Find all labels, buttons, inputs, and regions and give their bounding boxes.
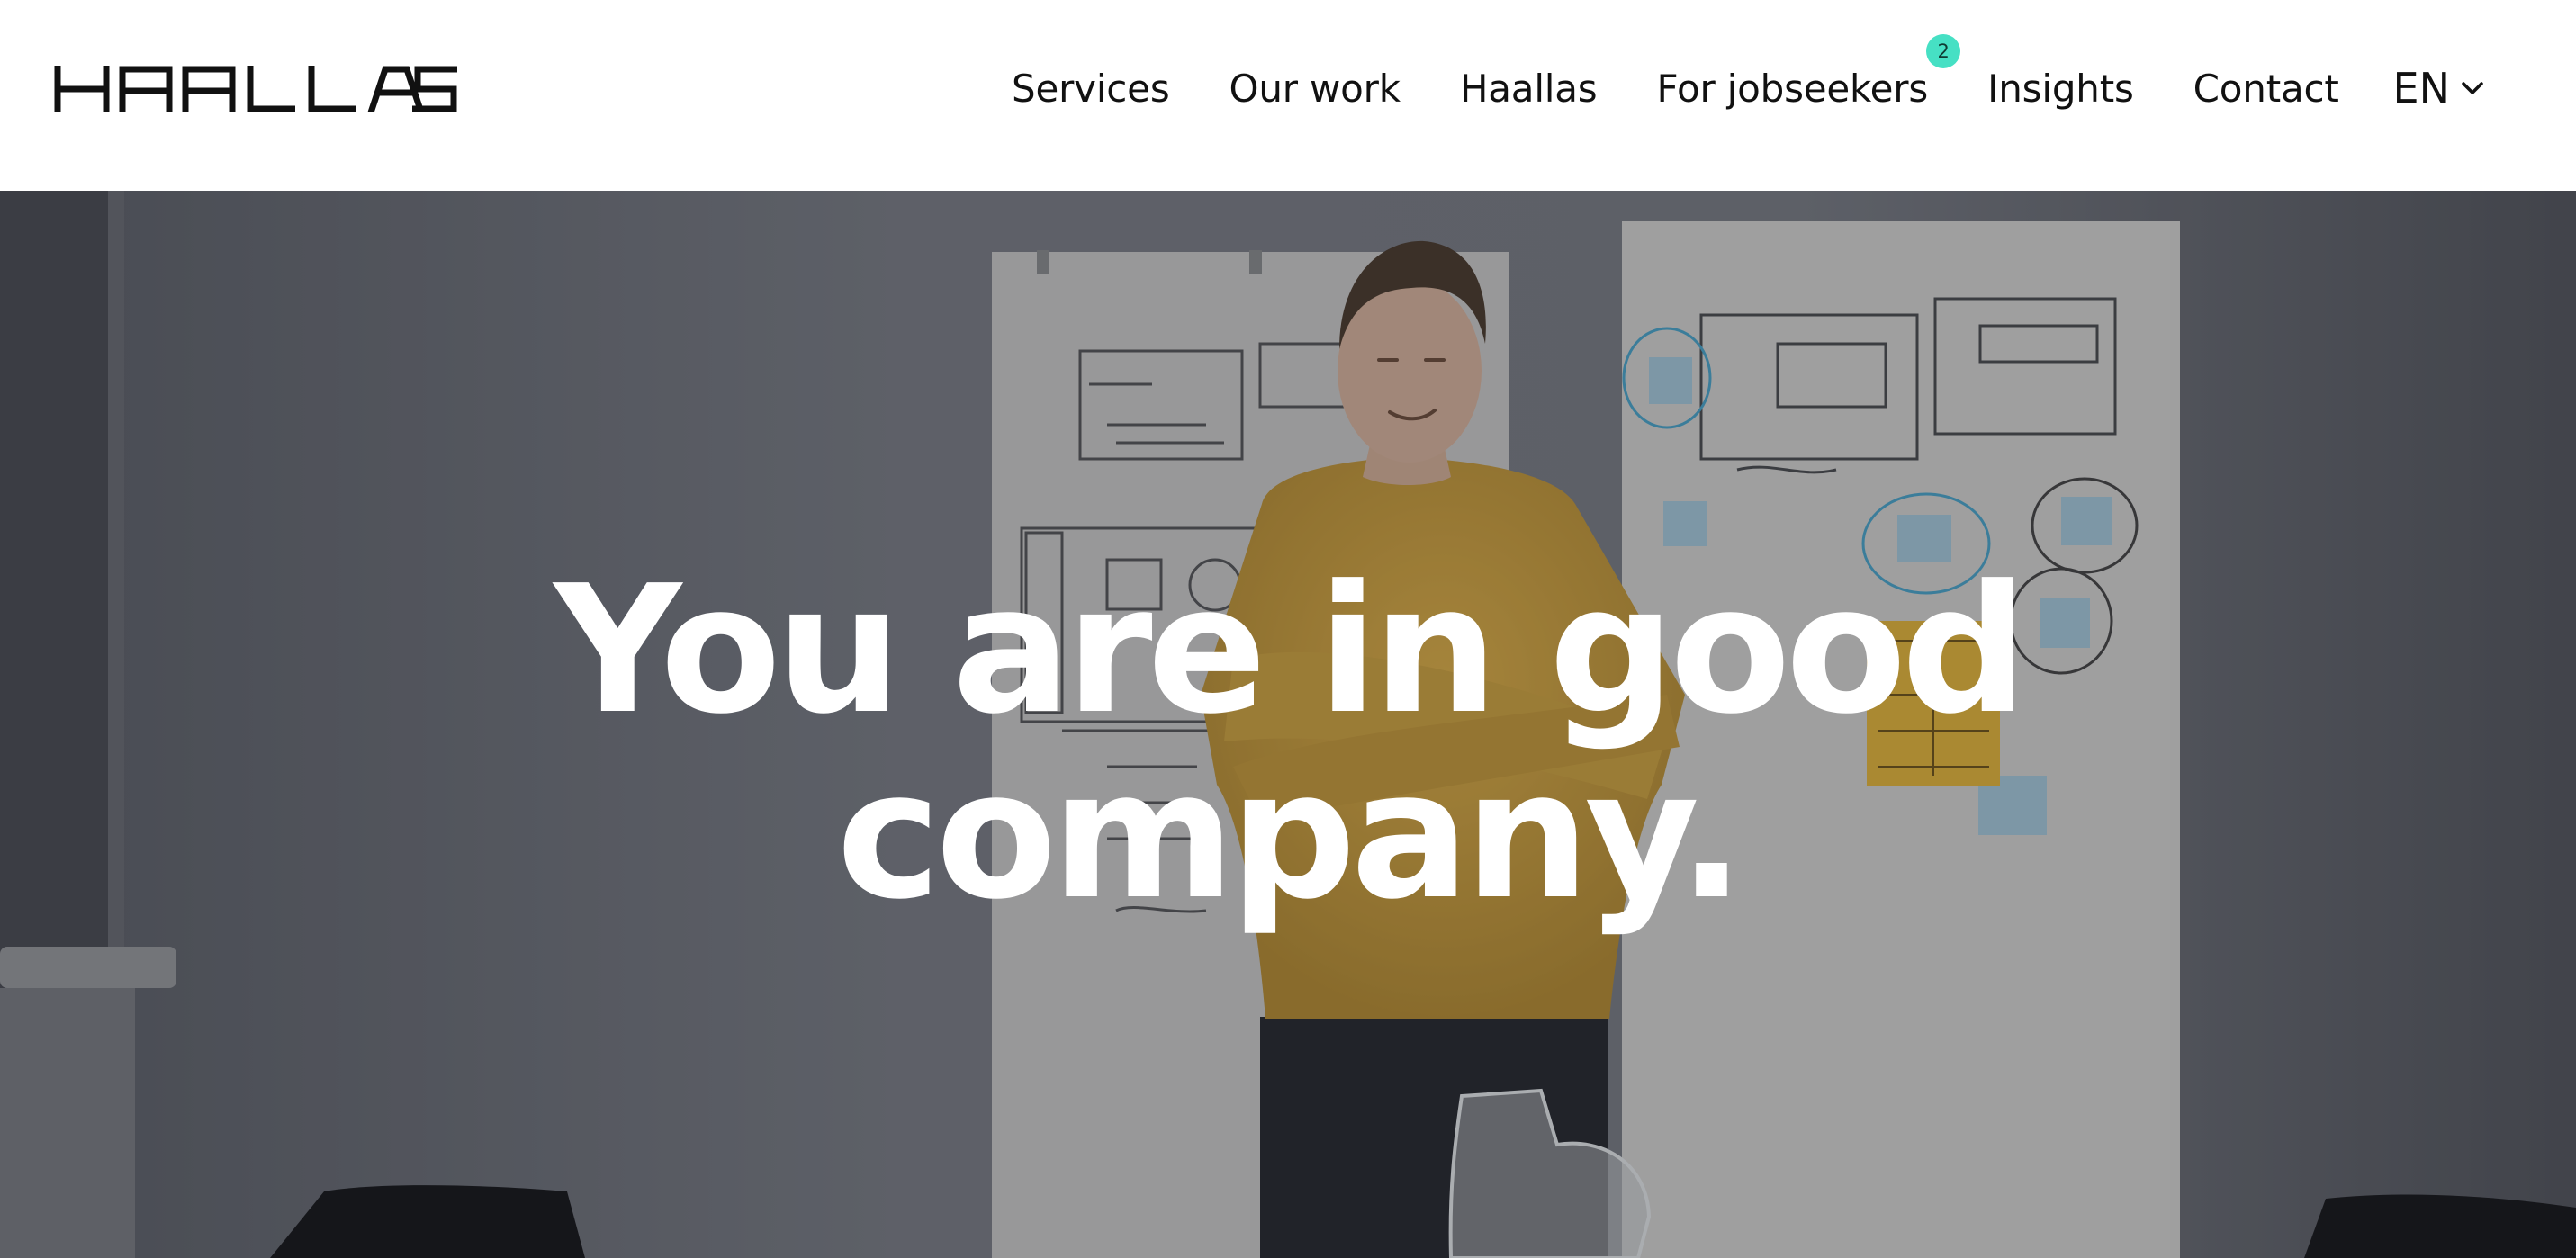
nav-contact[interactable]: Contact [2193, 67, 2339, 111]
nav-for-jobseekers-wrap[interactable]: For jobseekers 2 [1656, 33, 1961, 111]
nav-services[interactable]: Services [1012, 67, 1170, 111]
chevron-down-icon [2461, 80, 2484, 96]
language-current: EN [2392, 64, 2450, 112]
nav-haallas[interactable]: Haallas [1460, 67, 1598, 111]
hero-headline-line-2: company. [836, 733, 1744, 939]
hero-headline: You are in good company. [0, 558, 2576, 929]
main-nav: Services Our work Haallas For jobseekers… [1012, 0, 2339, 176]
logo-wordmark-icon [54, 66, 457, 112]
language-selector[interactable]: EN [2393, 0, 2484, 176]
haallas-logo[interactable]: HAALLAS [54, 66, 459, 112]
nav-our-work[interactable]: Our work [1229, 67, 1401, 111]
jobseekers-count-badge: 2 [1926, 33, 1961, 68]
hero-headline-line-1: You are in good [554, 548, 2027, 753]
nav-insights[interactable]: Insights [1987, 67, 2134, 111]
site-header: HAALLAS Services Our work Haall [0, 0, 2576, 191]
hero-section: You are in good company. [0, 191, 2576, 1258]
nav-for-jobseekers: For jobseekers [1656, 66, 1929, 111]
